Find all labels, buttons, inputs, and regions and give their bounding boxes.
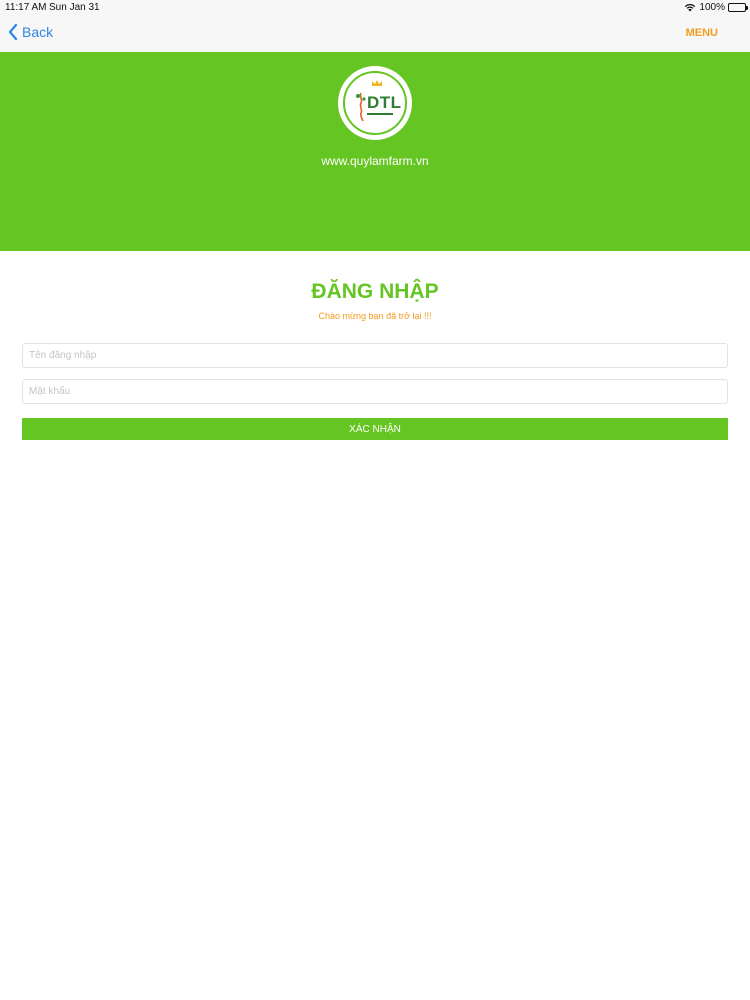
login-subtitle: Chào mừng bạn đã trở lại !!!: [318, 311, 432, 321]
battery-percent: 100%: [699, 2, 725, 13]
password-input[interactable]: [22, 379, 728, 404]
status-date: Sun Jan 31: [49, 2, 100, 13]
website-link: www.quylamfarm.vn: [321, 154, 429, 168]
status-time: 11:17 AM: [5, 2, 47, 13]
username-input[interactable]: [22, 343, 728, 368]
status-bar: 11:17 AM Sun Jan 31 100%: [0, 0, 750, 15]
chevron-left-icon: [8, 24, 18, 40]
brand-logo: DTL: [338, 66, 412, 140]
logo-text: DTL: [367, 93, 402, 112]
status-indicators: 100%: [684, 2, 748, 13]
submit-button[interactable]: XÁC NHẬN: [22, 418, 728, 440]
battery-icon: [728, 3, 748, 12]
back-label: Back: [22, 24, 54, 40]
menu-button[interactable]: MENU: [686, 27, 718, 39]
logo-underline: [367, 113, 393, 115]
login-title: ĐĂNG NHẬP: [311, 280, 439, 303]
crown-icon: [372, 80, 382, 86]
hero-banner: DTL www.quylamfarm.vn: [0, 52, 750, 251]
wifi-icon: [684, 3, 696, 12]
navigation-bar: Back MENU: [0, 15, 750, 52]
back-button[interactable]: Back: [8, 24, 53, 40]
